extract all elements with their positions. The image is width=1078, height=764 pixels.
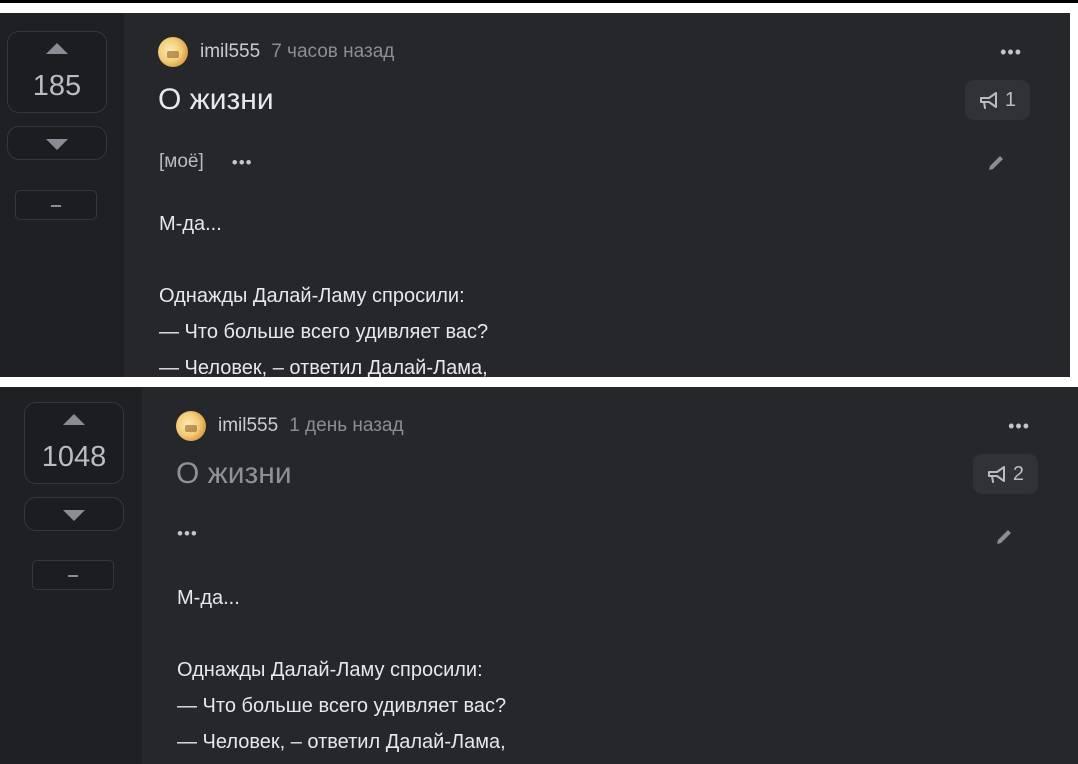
- post-title[interactable]: О жизни: [158, 83, 274, 117]
- post-time: 7 часов назад: [271, 41, 395, 62]
- downvote-button[interactable]: [7, 126, 107, 160]
- arrow-up-icon: [46, 43, 68, 54]
- vote-column: 185: [0, 13, 124, 377]
- more-dots-icon[interactable]: •••: [1000, 43, 1022, 61]
- comments-count: 1: [1004, 88, 1016, 111]
- hide-post-button[interactable]: [15, 190, 97, 220]
- comments-button[interactable]: 2: [972, 454, 1038, 494]
- body-line: М-да...: [159, 213, 222, 235]
- body-line: Однажды Далай-Ламу спросили:: [177, 659, 483, 681]
- arrow-up-icon: [63, 414, 85, 425]
- body-line: — Что больше всего удивляет вас?: [177, 695, 507, 717]
- arrow-down-icon: [46, 139, 68, 150]
- body-line: М-да...: [177, 587, 240, 609]
- post-body: М-да... Однажды Далай-Ламу спросили: — Ч…: [159, 206, 1030, 377]
- tags-row: •••: [177, 525, 198, 542]
- author-name[interactable]: imil555: [200, 41, 260, 63]
- more-dots-icon[interactable]: •••: [1008, 417, 1030, 435]
- minus-icon: [51, 205, 61, 207]
- minus-icon: [68, 575, 78, 577]
- tags-more-dots-icon[interactable]: •••: [232, 154, 253, 171]
- comments-button[interactable]: 1: [964, 80, 1030, 120]
- comments-count: 2: [1012, 462, 1024, 485]
- avatar[interactable]: [158, 37, 188, 67]
- tags-row: [моё] •••: [159, 151, 253, 173]
- post-time: 1 день назад: [289, 415, 404, 436]
- megaphone-icon: [987, 466, 1005, 483]
- post-screenshot-2: 1048 imil555 1 день назад ••• О жизни 2 …: [0, 387, 1078, 764]
- downvote-button[interactable]: [24, 497, 124, 531]
- post-card: imil555 7 часов назад ••• О жизни 1 [моё…: [124, 13, 1070, 377]
- post-card: imil555 1 день назад ••• О жизни 2 ••• М…: [142, 387, 1078, 764]
- post-title[interactable]: О жизни: [176, 457, 292, 491]
- post-author-row: imil555 1 день назад: [176, 411, 404, 441]
- rating-score: 1048: [41, 441, 107, 473]
- pencil-icon[interactable]: [986, 153, 1006, 173]
- tag-moe[interactable]: [моё]: [159, 151, 204, 173]
- avatar[interactable]: [176, 411, 206, 441]
- rating-score: 185: [32, 70, 82, 102]
- post-author-row: imil555 7 часов назад: [158, 37, 394, 67]
- post-body: М-да... Однажды Далай-Ламу спросили: — Ч…: [177, 580, 1038, 760]
- megaphone-icon: [979, 92, 997, 109]
- body-line: — Человек, – ответил Далай-Лама,: [177, 731, 506, 753]
- tags-more-dots-icon[interactable]: •••: [177, 525, 198, 542]
- upvote-button[interactable]: 185: [7, 31, 107, 113]
- pencil-icon[interactable]: [994, 527, 1014, 547]
- body-line: Однажды Далай-Ламу спросили:: [159, 285, 465, 307]
- body-line: — Что больше всего удивляет вас?: [159, 321, 489, 343]
- vote-column: 1048: [0, 387, 142, 764]
- arrow-down-icon: [63, 510, 85, 521]
- body-line: — Человек, – ответил Далай-Лама,: [159, 357, 488, 377]
- post-screenshot-1: 185 imil555 7 часов назад ••• О жизни 1 …: [0, 13, 1070, 377]
- screenshot-divider-top: [0, 0, 1078, 3]
- upvote-button[interactable]: 1048: [24, 402, 124, 484]
- author-name[interactable]: imil555: [218, 415, 278, 437]
- hide-post-button[interactable]: [32, 560, 114, 590]
